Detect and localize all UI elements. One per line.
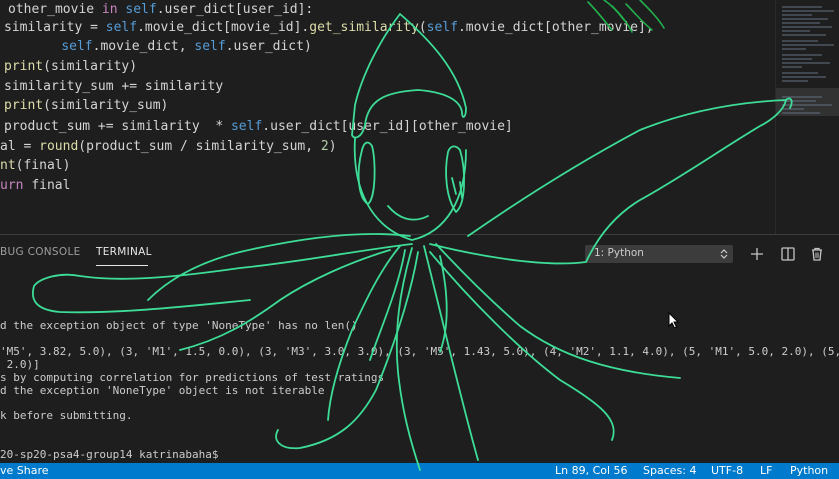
status-bar: ve Share Ln 89, Col 56 Spaces: 4 UTF-8 L… bbox=[0, 463, 839, 479]
code-token: print bbox=[4, 59, 44, 74]
plus-icon[interactable] bbox=[748, 245, 766, 263]
code-token: ) bbox=[328, 139, 337, 154]
terminal-shell-select-value: 1: Python bbox=[594, 247, 644, 259]
panel-tabs: BUG CONSOLE TERMINAL 1: Python bbox=[0, 235, 839, 273]
code-token: .user_dict[user_id]: bbox=[156, 2, 314, 17]
minimap-line bbox=[782, 62, 830, 64]
code-token: (similarity) bbox=[43, 59, 138, 74]
code-token: nt bbox=[0, 158, 16, 173]
code-token: similarity = bbox=[4, 20, 106, 35]
minimap-line bbox=[782, 48, 806, 50]
code-line[interactable]: self.movie_dict, self.user_dict) bbox=[30, 37, 312, 57]
minimap-line bbox=[782, 22, 820, 24]
code-token: self bbox=[426, 20, 458, 35]
code-token: self bbox=[105, 20, 138, 35]
minimap-line bbox=[782, 96, 822, 98]
code-line[interactable]: print(similarity) bbox=[4, 57, 137, 77]
code-token: product_sum += similarity * bbox=[4, 119, 231, 134]
code-token: (similarity_sum) bbox=[43, 98, 169, 113]
code-token: .movie_dict, bbox=[92, 39, 195, 54]
minimap-line bbox=[782, 80, 808, 82]
indentation-status[interactable]: Spaces: 4 bbox=[643, 464, 696, 478]
code-token: .movie_dict[movie_id]. bbox=[137, 20, 310, 35]
terminal-line: d the exception object of type 'NoneType… bbox=[0, 319, 358, 332]
minimap-line bbox=[782, 104, 832, 106]
minimap-line bbox=[782, 6, 822, 8]
code-token: al = bbox=[0, 139, 40, 154]
code-line[interactable]: print(similarity_sum) bbox=[4, 96, 168, 116]
code-line[interactable]: nt(final) bbox=[0, 156, 70, 176]
terminal-output[interactable]: d the exception object of type 'NoneType… bbox=[0, 273, 839, 464]
minimap-line bbox=[782, 100, 816, 102]
code-token: 2 bbox=[320, 139, 329, 154]
code-token: self bbox=[125, 2, 157, 17]
code-editor[interactable]: other_movie in self.user_dict[user_id]: s… bbox=[0, 0, 775, 234]
code-token: get_similarity bbox=[309, 20, 419, 35]
code-token: .user_dict[user_id][other_movie] bbox=[262, 119, 513, 134]
code-token: (final) bbox=[15, 158, 71, 173]
code-token: other_movie bbox=[8, 2, 102, 17]
terminal-line: k before submitting. bbox=[0, 409, 133, 423]
minimap-line bbox=[782, 66, 802, 68]
split-icon[interactable] bbox=[779, 245, 797, 263]
active-tab-indicator bbox=[96, 265, 148, 266]
language-status[interactable]: Python bbox=[790, 464, 828, 478]
tab-terminal[interactable]: TERMINAL bbox=[96, 246, 152, 258]
terminal-line: 'M5', 3.82, 5.0), (3, 'M1', 1.5, 0.0), (… bbox=[0, 344, 839, 358]
minimap-line bbox=[782, 10, 834, 12]
minimap-line bbox=[782, 112, 820, 114]
cursor-position[interactable]: Ln 89, Col 56 bbox=[555, 464, 628, 478]
code-token: print bbox=[4, 98, 44, 113]
trash-icon[interactable] bbox=[808, 245, 826, 263]
tab-debug-console[interactable]: BUG CONSOLE bbox=[0, 246, 81, 258]
code-line[interactable]: urn final bbox=[0, 176, 70, 196]
minimap-line bbox=[782, 44, 834, 46]
minimap-line bbox=[782, 58, 812, 60]
eol-status[interactable]: LF bbox=[760, 464, 772, 478]
encoding-status[interactable]: UTF-8 bbox=[711, 464, 743, 478]
code-token: .user_dict) bbox=[225, 39, 312, 54]
code-token: self bbox=[230, 119, 263, 134]
terminal-line: d the exception 'NoneType' object is not… bbox=[0, 383, 325, 397]
minimap-line bbox=[782, 34, 826, 36]
minimap-line bbox=[782, 108, 804, 110]
code-token: similarity_sum += similarity bbox=[4, 79, 224, 94]
code-line[interactable]: other_movie in self.user_dict[user_id]: bbox=[8, 0, 313, 20]
code-token: ( bbox=[418, 20, 427, 35]
code-token: round bbox=[39, 139, 79, 154]
terminal-shell-select[interactable]: 1: Python bbox=[585, 245, 733, 263]
code-line[interactable]: al = round(product_sum / similarity_sum,… bbox=[0, 137, 337, 157]
minimap-line bbox=[782, 76, 826, 78]
minimap-line bbox=[782, 18, 828, 20]
terminal-line: 20-sp20-psa4-group14 katrinabaha$ bbox=[0, 448, 219, 461]
code-line[interactable]: similarity_sum += similarity bbox=[4, 77, 223, 97]
minimap-line bbox=[782, 40, 818, 42]
code-token: final bbox=[31, 178, 71, 193]
chevron-updown-icon bbox=[720, 249, 728, 259]
minimap-line bbox=[782, 54, 822, 56]
mouse-pointer-icon bbox=[668, 312, 680, 329]
code-token: .movie_dict[other_movie], bbox=[457, 20, 654, 35]
code-token: in bbox=[101, 2, 126, 17]
bottom-panel: BUG CONSOLE TERMINAL 1: Python d the exc… bbox=[0, 234, 839, 464]
terminal-line: 2.0)] bbox=[0, 357, 40, 371]
code-token: urn bbox=[0, 178, 32, 193]
code-line[interactable]: similarity = self.movie_dict[movie_id].g… bbox=[4, 18, 654, 38]
live-share-status[interactable]: ve Share bbox=[0, 464, 49, 478]
minimap-line bbox=[782, 72, 818, 74]
terminal-line: s by computing correlation for predictio… bbox=[0, 370, 385, 384]
code-token: self bbox=[194, 39, 226, 54]
minimap-line bbox=[782, 26, 832, 28]
code-token: self bbox=[61, 39, 93, 54]
minimap[interactable] bbox=[775, 0, 839, 234]
code-line[interactable]: product_sum += similarity * self.user_di… bbox=[4, 117, 513, 137]
minimap-line bbox=[782, 30, 810, 32]
minimap-line bbox=[782, 14, 812, 16]
code-token: (product_sum / similarity_sum, bbox=[78, 139, 321, 154]
